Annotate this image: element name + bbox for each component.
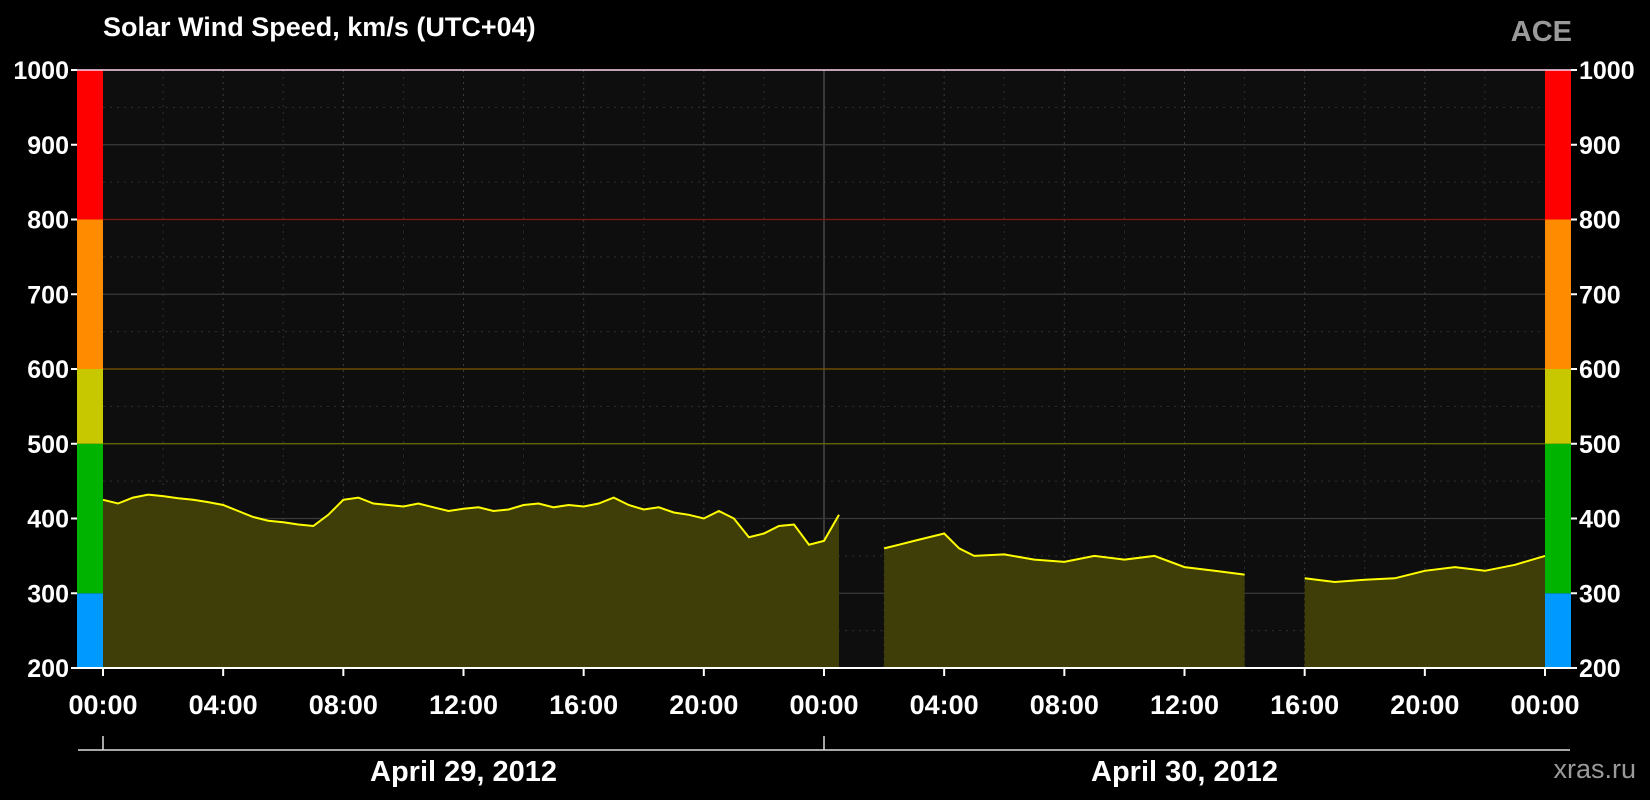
activity-band-left — [77, 219, 103, 369]
x-tick-label: 04:00 — [189, 690, 258, 720]
y-tick-label-right: 1000 — [1579, 57, 1635, 85]
solar-wind-chart: 200 200 300 300 400 400 500 500 600 600 700 700 800 8… — [13, 57, 1635, 788]
x-tick-label: 16:00 — [1270, 690, 1339, 720]
activity-band-right — [1545, 219, 1571, 369]
x-tick-label: 08:00 — [309, 690, 378, 720]
y-tick-label-left: 700 — [27, 281, 69, 309]
y-tick-label-left: 400 — [27, 506, 69, 534]
x-tick-label: 00:00 — [789, 690, 858, 720]
x-tick-label: 00:00 — [1510, 690, 1579, 720]
activity-band-left — [77, 369, 103, 444]
day-label: April 30, 2012 — [1091, 756, 1278, 788]
y-tick-label-right: 700 — [1579, 281, 1621, 309]
activity-band-right — [1545, 369, 1571, 444]
y-tick-label-left: 500 — [27, 431, 69, 459]
series-area-fill — [103, 494, 840, 668]
y-tick-label-left: 1000 — [13, 57, 69, 85]
x-tick-label: 04:00 — [910, 690, 979, 720]
activity-band-left — [77, 593, 103, 668]
x-tick-label: 20:00 — [1390, 690, 1459, 720]
y-tick-label-right: 600 — [1579, 356, 1621, 384]
y-tick-label-right: 900 — [1579, 132, 1621, 160]
activity-band-left — [77, 443, 103, 594]
activity-band-left — [77, 70, 103, 220]
y-tick-label-left: 300 — [27, 580, 69, 608]
y-tick-label-left: 900 — [27, 132, 69, 160]
y-tick-label-right: 400 — [1579, 506, 1621, 534]
day-label: April 29, 2012 — [370, 756, 557, 788]
x-tick-label: 00:00 — [68, 690, 137, 720]
y-tick-label-left: 200 — [27, 655, 69, 683]
activity-band-right — [1545, 70, 1571, 220]
x-tick-label: 16:00 — [549, 690, 618, 720]
x-tick-label: 12:00 — [429, 690, 498, 720]
y-tick-label-right: 800 — [1579, 207, 1621, 235]
y-tick-label-right: 200 — [1579, 655, 1621, 683]
y-tick-label-right: 500 — [1579, 431, 1621, 459]
activity-band-right — [1545, 593, 1571, 668]
y-tick-label-left: 800 — [27, 207, 69, 235]
y-tick-label-right: 300 — [1579, 580, 1621, 608]
activity-band-right — [1545, 443, 1571, 594]
x-tick-label: 08:00 — [1030, 690, 1099, 720]
y-tick-label-left: 600 — [27, 356, 69, 384]
x-tick-label: 20:00 — [669, 690, 738, 720]
x-tick-label: 12:00 — [1150, 690, 1219, 720]
